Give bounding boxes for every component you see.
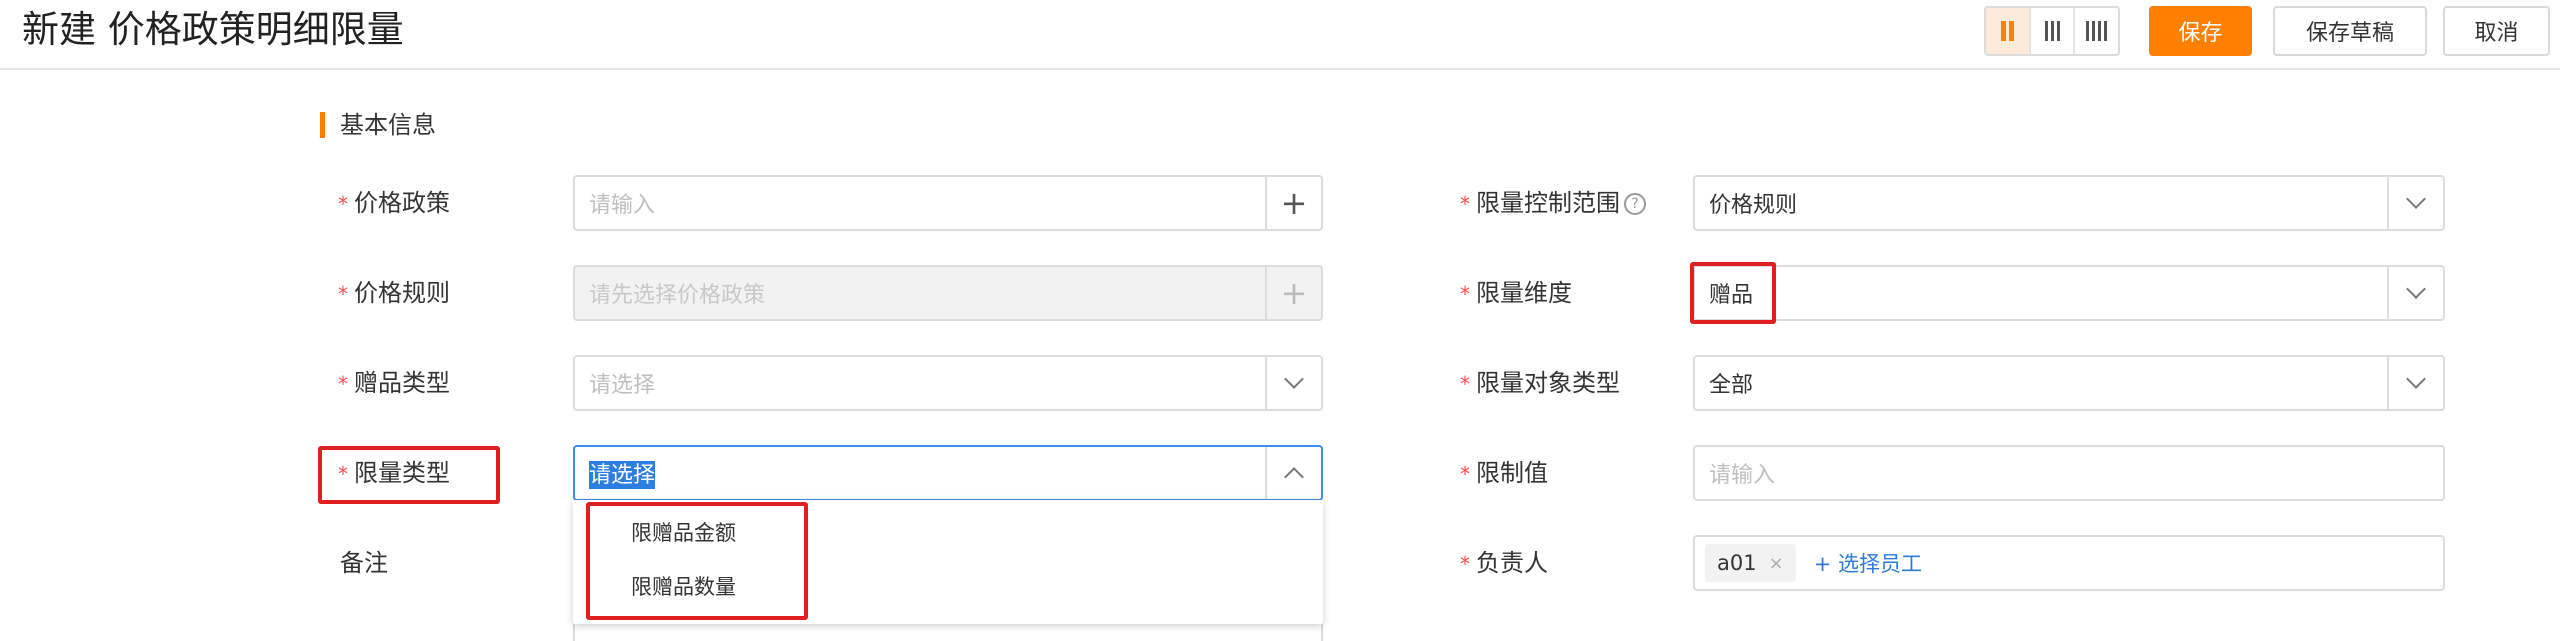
- gift-type-select[interactable]: 请选择: [573, 355, 1323, 411]
- help-icon[interactable]: ?: [1624, 193, 1646, 215]
- column-bar-icon: [2098, 21, 2102, 41]
- limit-type-highlight: [318, 446, 500, 504]
- column-bar-icon: [2056, 21, 2060, 41]
- add-price-policy-button[interactable]: +: [1265, 177, 1321, 229]
- cancel-button[interactable]: 取消: [2443, 6, 2550, 56]
- owner-label: * 负责人: [1460, 549, 1548, 577]
- remark-label: 备注: [340, 549, 388, 577]
- limit-type-select[interactable]: 请选择: [573, 445, 1323, 501]
- layout-two-column-option[interactable]: [1986, 8, 2031, 54]
- layout-four-column-option[interactable]: [2075, 8, 2118, 54]
- owner-tag: a01 ×: [1705, 544, 1796, 582]
- plus-icon: +: [1280, 184, 1308, 222]
- plus-icon: +: [1280, 274, 1308, 312]
- limit-type-dropdown-toggle[interactable]: [1265, 447, 1321, 499]
- required-mark: *: [338, 372, 348, 396]
- price-policy-field[interactable]: 请输入 +: [573, 175, 1323, 231]
- price-policy-input[interactable]: 请输入: [575, 187, 1265, 219]
- required-mark: *: [338, 282, 348, 306]
- limit-type-select-value[interactable]: 请选择: [575, 457, 1265, 489]
- gift-type-label: * 赠品类型: [338, 369, 450, 397]
- page-title: 新建 价格政策明细限量: [22, 8, 404, 51]
- limit-object-type-select-value[interactable]: 全部: [1695, 367, 2387, 399]
- gift-type-dropdown-toggle[interactable]: [1265, 357, 1321, 409]
- chevron-down-icon: [2406, 189, 2426, 209]
- limit-object-type-label: * 限量对象类型: [1460, 369, 1620, 397]
- gift-type-select-value[interactable]: 请选择: [575, 367, 1265, 399]
- required-mark: *: [1460, 462, 1470, 486]
- required-mark: *: [1460, 192, 1470, 216]
- price-rule-input: 请先选择价格政策: [589, 283, 766, 308]
- save-draft-button[interactable]: 保存草稿: [2273, 6, 2427, 56]
- limit-dimension-highlight: [1690, 262, 1776, 324]
- limit-scope-select[interactable]: 价格规则: [1693, 175, 2445, 231]
- price-rule-field: 请先选择价格政策 +: [573, 265, 1323, 321]
- column-bar-icon: [2050, 21, 2054, 41]
- limit-object-type-select[interactable]: 全部: [1693, 355, 2445, 411]
- add-price-rule-button: +: [1265, 267, 1321, 319]
- section-marker: [320, 112, 325, 138]
- required-mark: *: [1460, 282, 1470, 306]
- limit-dimension-dropdown-toggle[interactable]: [2387, 267, 2443, 319]
- column-bar-icon: [2086, 21, 2090, 41]
- limit-value-field[interactable]: 请输入: [1693, 445, 2445, 501]
- required-mark: *: [338, 192, 348, 216]
- layout-switch[interactable]: [1984, 6, 2120, 56]
- layout-three-column-option[interactable]: [2031, 8, 2076, 54]
- limit-dimension-label: * 限量维度: [1460, 279, 1572, 307]
- column-bar-icon: [2092, 21, 2096, 41]
- limit-scope-label: * 限量控制范围?: [1460, 186, 1646, 221]
- limit-dimension-select[interactable]: 赠品: [1693, 265, 2445, 321]
- owner-tag-label: a01: [1717, 551, 1757, 575]
- chevron-down-icon: [1284, 369, 1304, 389]
- dropdown-options-highlight: [586, 502, 808, 620]
- close-icon[interactable]: ×: [1769, 553, 1784, 574]
- limit-dimension-select-value[interactable]: 赠品: [1695, 277, 2387, 309]
- chevron-down-icon: [2406, 369, 2426, 389]
- section-title: 基本信息: [340, 111, 436, 139]
- owner-field[interactable]: a01 × + 选择员工: [1693, 535, 2445, 591]
- price-policy-label: * 价格政策: [338, 189, 450, 217]
- limit-value-label: * 限制值: [1460, 459, 1548, 487]
- save-button[interactable]: 保存: [2149, 6, 2252, 56]
- required-mark: *: [1460, 372, 1470, 396]
- limit-value-input[interactable]: 请输入: [1695, 457, 2443, 489]
- limit-object-type-dropdown-toggle[interactable]: [2387, 357, 2443, 409]
- header-divider: [0, 68, 2560, 70]
- column-bar-icon: [2104, 21, 2108, 41]
- column-bar-icon: [2044, 21, 2048, 41]
- chevron-down-icon: [2406, 279, 2426, 299]
- chevron-up-icon: [1284, 467, 1304, 487]
- column-bar-icon: [2008, 21, 2014, 41]
- required-mark: *: [1460, 552, 1470, 576]
- column-bar-icon: [2000, 21, 2006, 41]
- limit-scope-select-value[interactable]: 价格规则: [1695, 187, 2387, 219]
- select-employee-link[interactable]: + 选择员工: [1814, 548, 1922, 578]
- limit-scope-dropdown-toggle[interactable]: [2387, 177, 2443, 229]
- price-rule-label: * 价格规则: [338, 279, 450, 307]
